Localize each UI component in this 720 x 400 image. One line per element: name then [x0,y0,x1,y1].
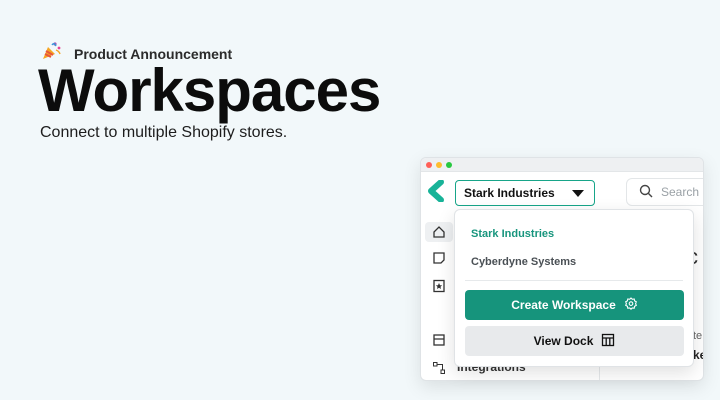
create-workspace-label: Create Workspace [511,298,616,312]
close-window-icon[interactable] [426,161,432,168]
background-text-fragment: te [693,330,703,342]
page-subtitle: Connect to multiple Shopify stores. [40,124,288,141]
window-titlebar [421,158,703,172]
dock-layout-icon [601,333,615,350]
view-dock-label: View Dock [533,334,594,348]
workspace-option-stark-industries[interactable]: Stark Industries [471,228,554,240]
note-icon[interactable] [431,250,447,266]
view-dock-button[interactable]: View Dock [465,326,684,356]
background-text-fragment: ke [693,348,703,362]
dropdown-divider [465,280,683,281]
workspace-option-cyberdyne-systems[interactable]: Cyberdyne Systems [471,256,576,268]
minimize-window-icon[interactable] [436,161,442,168]
home-icon[interactable] [431,224,447,240]
app-logo-icon[interactable] [427,179,447,207]
page-title: Workspaces [38,57,381,124]
search-input[interactable]: Search [626,178,703,206]
integrations-icon[interactable] [431,360,447,376]
store-icon[interactable] [431,332,447,348]
workspace-dropdown-menu: Stark Industries Cyberdyne Systems Creat… [454,209,694,367]
search-placeholder: Search [661,185,700,199]
caret-down-icon [572,189,584,197]
gear-icon [624,296,638,314]
bookmark-star-icon[interactable] [431,278,447,294]
search-icon [639,184,653,201]
create-workspace-button[interactable]: Create Workspace [465,290,684,320]
maximize-window-icon[interactable] [446,161,452,168]
workspace-selector-value: Stark Industries [464,186,555,200]
workspace-selector[interactable]: Stark Industries [455,180,595,206]
